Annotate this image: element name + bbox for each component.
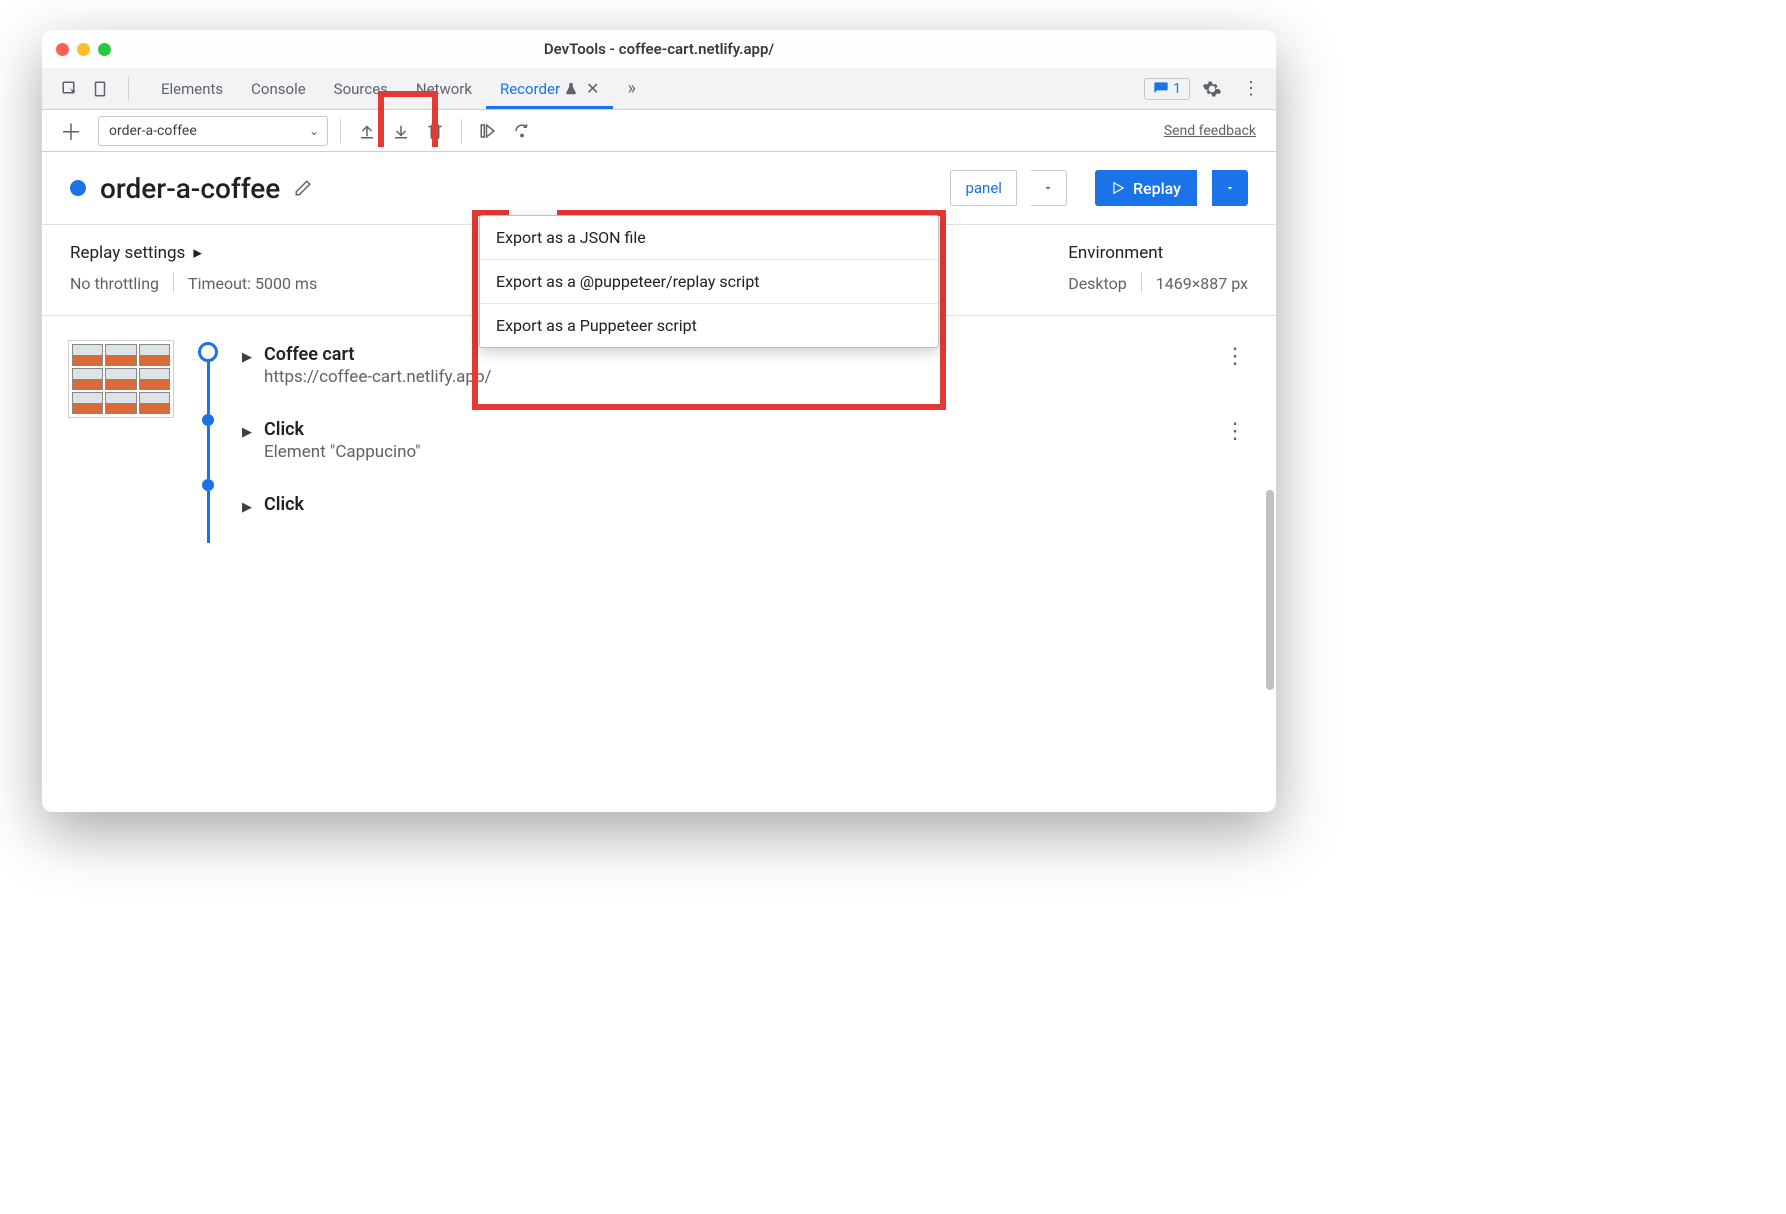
window-title: DevTools - coffee-cart.netlify.app/ xyxy=(42,40,1276,58)
export-json-option[interactable]: Export as a JSON file xyxy=(480,216,938,260)
edit-title-icon[interactable] xyxy=(294,179,312,197)
new-recording-button[interactable]: ＋ xyxy=(50,115,92,147)
recording-title: order-a-coffee xyxy=(100,172,280,205)
viewport-value: 1469×887 px xyxy=(1156,274,1248,293)
window-titlebar: DevTools - coffee-cart.netlify.app/ xyxy=(42,30,1276,68)
chevron-right-icon: ▸ xyxy=(193,243,202,263)
replay-dropdown[interactable] xyxy=(1212,170,1248,206)
send-feedback-link[interactable]: Send feedback xyxy=(1164,123,1268,139)
device-value: Desktop xyxy=(1068,274,1127,293)
throttling-value: No throttling xyxy=(70,274,159,293)
experiment-icon xyxy=(564,82,578,96)
performance-panel-button[interactable]: panel xyxy=(950,170,1016,206)
close-tab-icon[interactable]: ✕ xyxy=(586,79,599,98)
export-puppeteer-replay-option[interactable]: Export as a @puppeteer/replay script xyxy=(480,260,938,304)
tab-elements[interactable]: Elements xyxy=(147,68,237,109)
step-menu-icon[interactable]: ⋮ xyxy=(1220,419,1250,444)
more-menu-icon[interactable]: ⋮ xyxy=(1234,78,1268,99)
import-icon[interactable] xyxy=(353,117,381,145)
step-item[interactable]: ▶ Click xyxy=(242,490,1250,543)
step-subtitle: Element "Cappucino" xyxy=(264,442,1208,462)
step-title: Click xyxy=(264,494,1250,515)
step-menu-icon[interactable]: ⋮ xyxy=(1220,344,1250,369)
environment-heading: Environment xyxy=(1068,243,1248,263)
device-toggle-icon[interactable] xyxy=(90,79,110,99)
inspect-icon[interactable] xyxy=(60,79,80,99)
export-puppeteer-option[interactable]: Export as a Puppeteer script xyxy=(480,304,938,347)
recorder-toolbar: ＋ order-a-coffee ⌄ Send feedback xyxy=(42,110,1276,152)
export-dropdown: Export as a JSON file Export as a @puppe… xyxy=(479,215,939,348)
tab-recorder[interactable]: Recorder ✕ xyxy=(486,68,613,109)
chevron-right-icon: ▶ xyxy=(242,494,252,515)
chevron-right-icon: ▶ xyxy=(242,344,252,365)
tab-console[interactable]: Console xyxy=(237,68,320,109)
page-thumbnail xyxy=(68,340,174,418)
status-dot xyxy=(70,180,86,196)
recording-select[interactable]: order-a-coffee ⌄ xyxy=(98,116,328,146)
step-item[interactable]: ▶ Click Element "Cappucino" ⋮ xyxy=(242,415,1250,490)
performance-panel-dropdown[interactable] xyxy=(1031,170,1067,206)
step-title: Click xyxy=(264,419,1208,440)
step-item[interactable]: ▶ Coffee cart https://coffee-cart.netlif… xyxy=(242,340,1250,415)
devtools-window: DevTools - coffee-cart.netlify.app/ Elem… xyxy=(42,30,1276,812)
chevron-right-icon: ▶ xyxy=(242,419,252,440)
replay-settings-toggle[interactable]: Replay settings ▸ xyxy=(70,243,317,263)
timeout-value: Timeout: 5000 ms xyxy=(188,274,317,293)
step-replay-icon[interactable] xyxy=(474,117,502,145)
step-subtitle: https://coffee-cart.netlify.app/ xyxy=(264,367,1208,387)
more-tabs-icon[interactable]: » xyxy=(617,78,645,99)
chevron-down-icon: ⌄ xyxy=(309,124,319,138)
steps-pane: ▶ Coffee cart https://coffee-cart.netlif… xyxy=(42,316,1276,812)
settings-icon[interactable] xyxy=(1194,79,1230,99)
replay-button[interactable]: Replay xyxy=(1095,170,1197,206)
devtools-tabbar: Elements Console Sources Network Recorde… xyxy=(42,68,1276,110)
export-icon[interactable] xyxy=(387,117,415,145)
timeline xyxy=(198,340,218,543)
step-over-icon[interactable] xyxy=(508,117,536,145)
issues-badge[interactable]: 1 xyxy=(1144,78,1190,100)
scrollbar-thumb[interactable] xyxy=(1266,490,1274,690)
